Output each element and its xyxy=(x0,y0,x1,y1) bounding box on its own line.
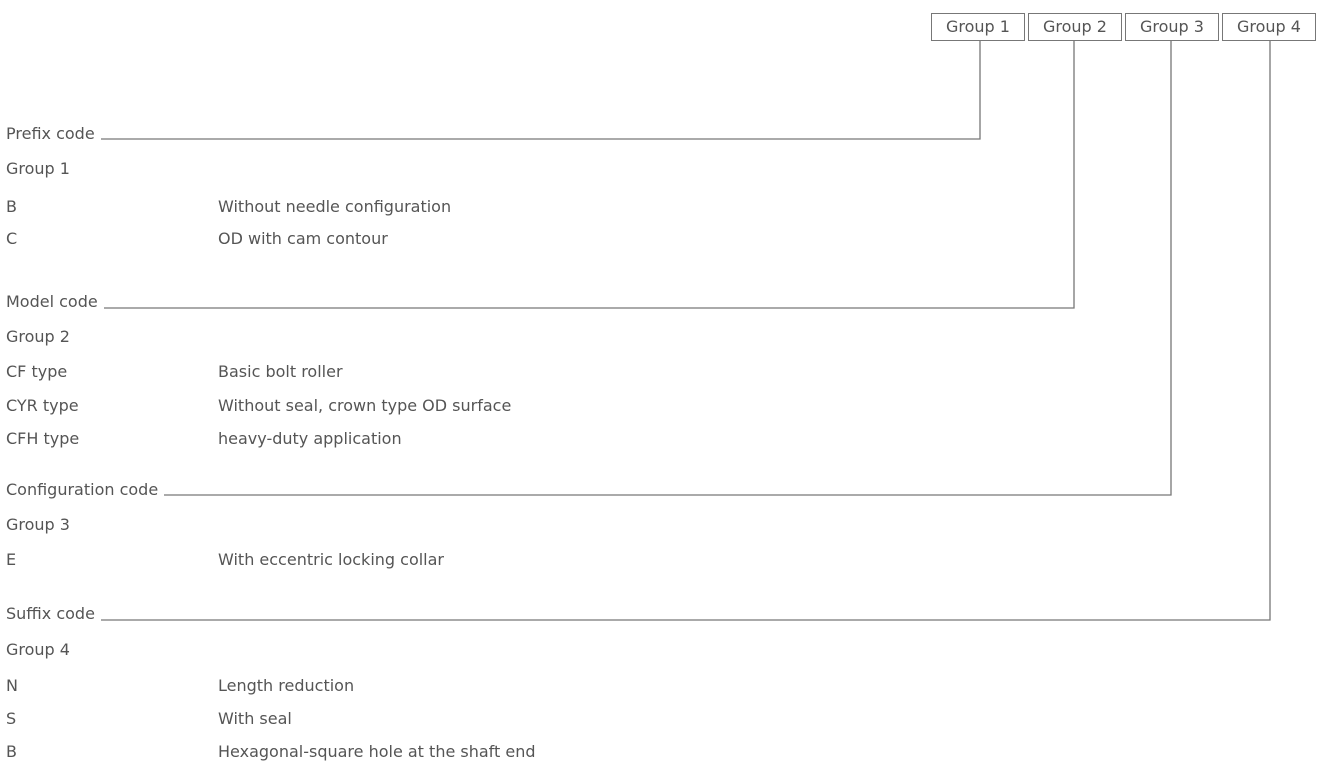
section-title-suffix-code: Suffix code xyxy=(6,604,101,624)
item-code: CF type xyxy=(6,362,68,381)
item-code: N xyxy=(6,676,18,695)
item-code: CYR type xyxy=(6,396,79,415)
section-group-label: Group 2 xyxy=(6,327,70,346)
connector-group-2 xyxy=(44,41,1075,309)
item-code: B xyxy=(6,197,17,216)
section-group-label: Group 1 xyxy=(6,159,70,178)
connector-group-3 xyxy=(40,41,1172,496)
connector-group-4 xyxy=(40,41,1271,621)
item-description: Hexagonal-square hole at the shaft end xyxy=(218,742,536,761)
item-description: heavy-duty application xyxy=(218,429,402,448)
item-description: With seal xyxy=(218,709,292,728)
item-code: B xyxy=(6,742,17,761)
section-group-label: Group 4 xyxy=(6,640,70,659)
header-group-3: Group 3 xyxy=(1125,13,1219,41)
item-code: CFH type xyxy=(6,429,80,448)
header-group-1: Group 1 xyxy=(931,13,1025,41)
section-group-label: Group 3 xyxy=(6,515,70,534)
section-title-prefix-code: Prefix code xyxy=(6,124,101,144)
item-code: S xyxy=(6,709,17,728)
item-description: With eccentric locking collar xyxy=(218,550,444,569)
item-code: C xyxy=(6,229,18,248)
connector-lines xyxy=(40,41,1271,621)
item-description: Without needle configuration xyxy=(218,197,452,216)
item-description: Without seal, crown type OD surface xyxy=(218,396,512,415)
section-title-model-code: Model code xyxy=(6,292,104,312)
item-description: Basic bolt roller xyxy=(218,362,343,381)
item-description: OD with cam contour xyxy=(218,229,388,248)
item-code: E xyxy=(6,550,17,569)
header-group-4: Group 4 xyxy=(1222,13,1316,41)
connector-group-1 xyxy=(46,41,981,140)
section-title-configuration-code: Configuration code xyxy=(6,480,165,500)
item-description: Length reduction xyxy=(218,676,355,695)
header-group-2: Group 2 xyxy=(1028,13,1122,41)
